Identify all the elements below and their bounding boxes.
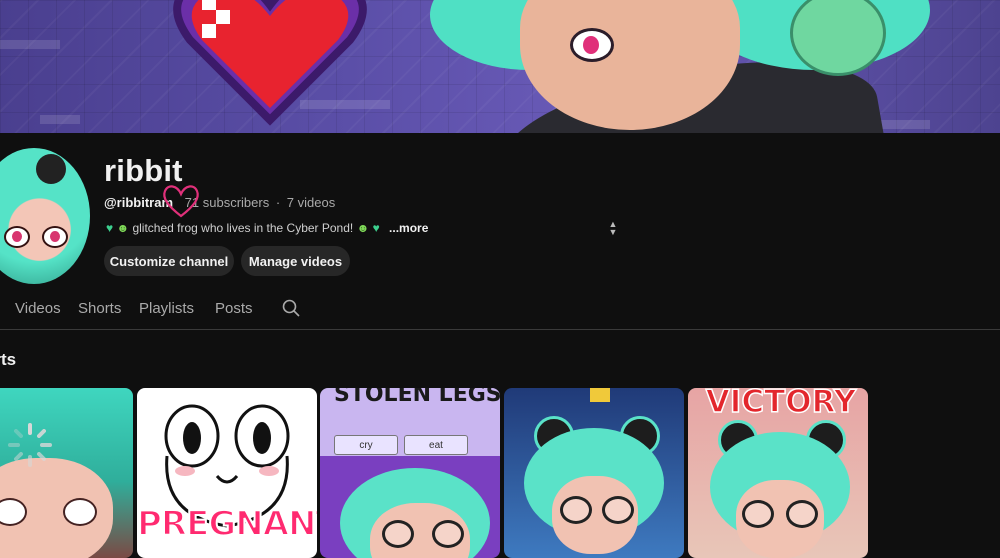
short-thumbnail[interactable]: STOLEN LEGS cry eat bbox=[320, 388, 500, 558]
heart-doodle-icon bbox=[163, 185, 199, 218]
manage-videos-button[interactable]: Manage videos bbox=[241, 246, 350, 276]
short-overlay-text: VICTORY bbox=[705, 388, 857, 421]
banner-glitch bbox=[40, 115, 80, 124]
section-title: orts bbox=[0, 350, 17, 369]
short-thumbnail[interactable]: PREGNANT bbox=[137, 388, 317, 558]
channel-description[interactable]: ♥ ☻ glitched frog who lives in the Cyber… bbox=[106, 221, 428, 235]
glasses bbox=[786, 500, 818, 528]
tab-posts[interactable]: Posts bbox=[215, 300, 253, 317]
short-thumbnail[interactable] bbox=[504, 388, 684, 558]
short-overlay-text: PREGNANT bbox=[137, 503, 317, 545]
character-eye bbox=[570, 28, 614, 62]
short-thumbnail[interactable]: VICTORY bbox=[688, 388, 868, 558]
glasses bbox=[742, 500, 774, 528]
search-icon[interactable] bbox=[282, 299, 300, 317]
banner-glitch bbox=[0, 40, 60, 49]
video-count: 7 videos bbox=[286, 195, 336, 210]
heart-icon bbox=[173, 0, 367, 126]
glasses bbox=[382, 520, 414, 548]
more-link[interactable]: ...more bbox=[389, 221, 428, 235]
channel-banner bbox=[0, 0, 1000, 133]
choice-button-eat: eat bbox=[404, 435, 468, 455]
meta-separator: · bbox=[275, 195, 281, 210]
tab-videos[interactable]: Videos bbox=[15, 300, 61, 317]
green-heart-emoji: ♥ bbox=[372, 221, 380, 235]
frog-emoji: ☻ bbox=[116, 221, 130, 235]
avatar-eye bbox=[42, 226, 68, 248]
channel-avatar[interactable] bbox=[0, 148, 90, 284]
customize-channel-button[interactable]: Customize channel bbox=[104, 246, 234, 276]
character-eye bbox=[63, 498, 97, 526]
glasses bbox=[560, 496, 592, 524]
avatar-eye bbox=[4, 226, 30, 248]
loading-spinner-icon bbox=[8, 423, 52, 467]
glasses bbox=[432, 520, 464, 548]
crown-icon bbox=[590, 388, 610, 402]
tab-shorts[interactable]: Shorts bbox=[78, 300, 121, 317]
avatar-ear bbox=[36, 154, 66, 184]
green-heart-emoji: ♥ bbox=[106, 221, 114, 235]
sort-arrows-icon[interactable]: ▲ ▼ bbox=[607, 220, 619, 238]
channel-meta: @ribbitram 71 subscribers · 7 videos bbox=[104, 195, 335, 210]
tabs-divider bbox=[0, 329, 1000, 330]
glasses bbox=[602, 496, 634, 524]
short-thumbnail[interactable] bbox=[0, 388, 133, 558]
choice-button-cry: cry bbox=[334, 435, 398, 455]
frog-emoji: ☻ bbox=[356, 221, 370, 235]
short-overlay-text: STOLEN LEGS bbox=[334, 388, 500, 407]
description-text: glitched frog who lives in the Cyber Pon… bbox=[132, 221, 354, 235]
tab-playlists[interactable]: Playlists bbox=[139, 300, 194, 317]
